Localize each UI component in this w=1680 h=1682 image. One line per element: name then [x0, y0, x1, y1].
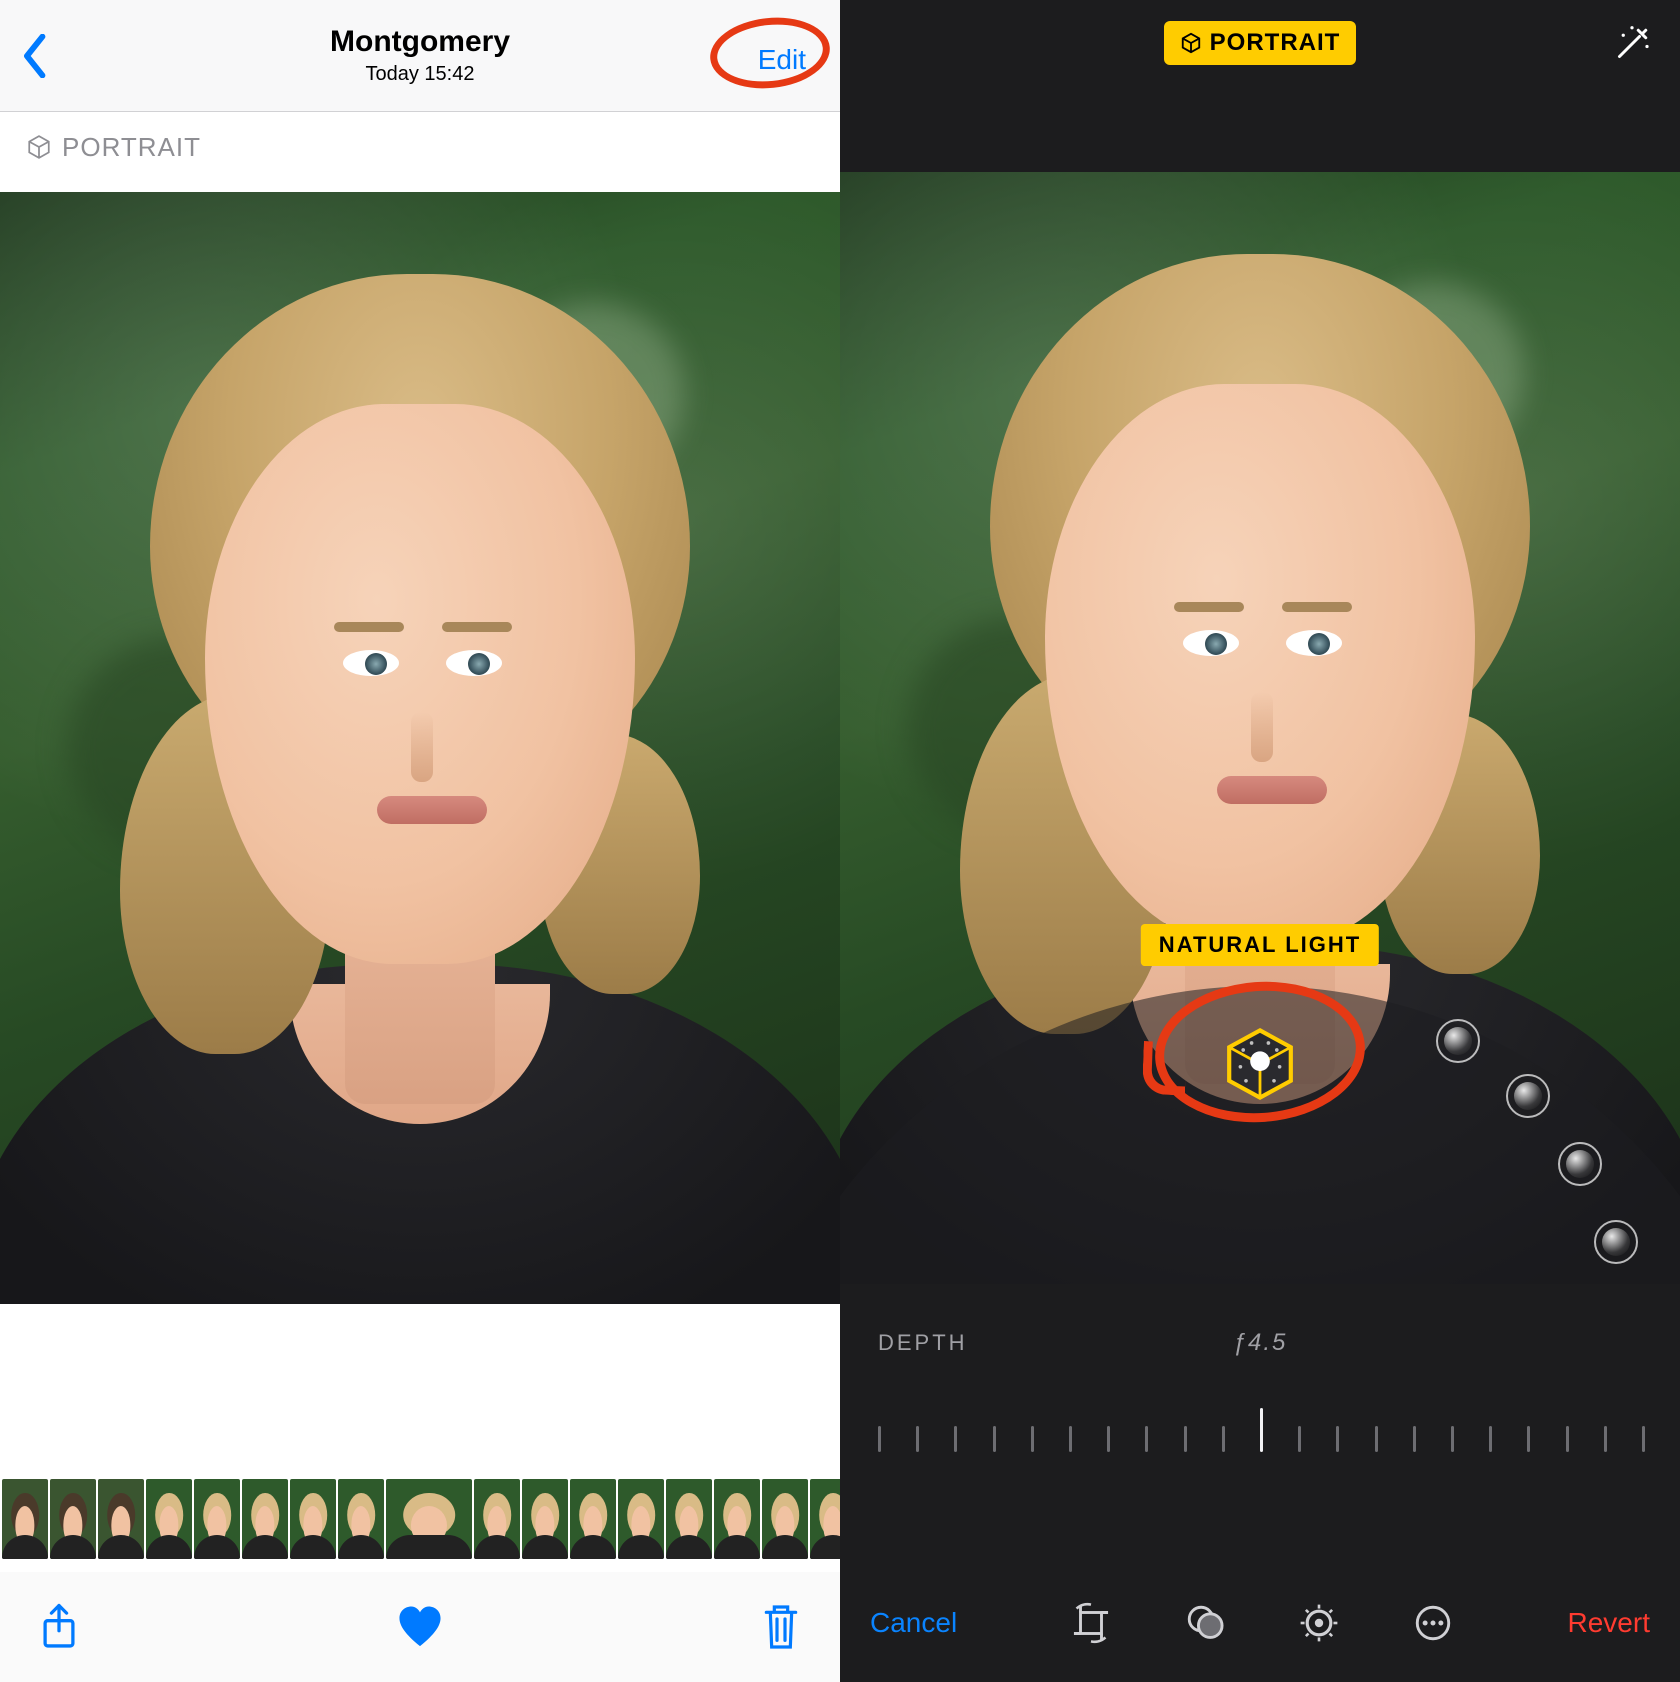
- thumbnail[interactable]: [570, 1479, 616, 1559]
- thumbnail[interactable]: [338, 1479, 384, 1559]
- thumbnail[interactable]: [50, 1479, 96, 1559]
- viewer-header: Montgomery Today 15:42 Edit: [0, 0, 840, 112]
- portrait-label: PORTRAIT: [62, 132, 201, 163]
- photos-viewer-pane: Montgomery Today 15:42 Edit PORTRAIT: [0, 0, 840, 1682]
- album-title: Montgomery: [330, 25, 510, 59]
- thumbnail[interactable]: [810, 1479, 840, 1559]
- revert-button[interactable]: Revert: [1568, 1607, 1650, 1639]
- thumbnail[interactable]: [2, 1479, 48, 1559]
- share-icon[interactable]: [40, 1603, 78, 1651]
- portrait-lighting-cube-icon: [1218, 1022, 1302, 1106]
- cube-icon: [26, 134, 52, 160]
- thumbnail[interactable]: [290, 1479, 336, 1559]
- thumbnail[interactable]: [666, 1479, 712, 1559]
- more-icon[interactable]: [1412, 1602, 1454, 1644]
- adjust-icon[interactable]: [1298, 1602, 1340, 1644]
- viewer-toolbar: [0, 1572, 840, 1682]
- trash-icon[interactable]: [762, 1603, 800, 1651]
- lighting-option[interactable]: [1506, 1074, 1550, 1118]
- thumbnail[interactable]: [474, 1479, 520, 1559]
- edit-button[interactable]: Edit: [758, 44, 806, 76]
- back-button[interactable]: [22, 34, 50, 78]
- aperture-value: ƒ4.5: [1233, 1329, 1288, 1357]
- thumbnail[interactable]: [522, 1479, 568, 1559]
- auto-enhance-wand-icon[interactable]: [1612, 24, 1652, 64]
- photo-editor-pane: PORTRAIT NATURAL LIGHT: [840, 0, 1680, 1682]
- crop-rotate-icon[interactable]: [1070, 1602, 1112, 1644]
- editor-controls: DEPTH ƒ4.5 Cancel: [840, 1294, 1680, 1682]
- portrait-badge-label: PORTRAIT: [1210, 29, 1341, 57]
- favorite-heart-icon[interactable]: [396, 1605, 444, 1649]
- depth-slider[interactable]: [878, 1386, 1642, 1472]
- editor-header: PORTRAIT: [840, 0, 1680, 86]
- portrait-mode-toggle[interactable]: PORTRAIT: [1164, 21, 1357, 65]
- editor-photo-preview[interactable]: NATURAL LIGHT: [840, 172, 1680, 1284]
- thumbnail-current[interactable]: [386, 1479, 472, 1559]
- depth-label: DEPTH: [878, 1330, 968, 1356]
- thumbnail[interactable]: [762, 1479, 808, 1559]
- lighting-option[interactable]: [1594, 1220, 1638, 1264]
- portrait-lighting-dial[interactable]: NATURAL LIGHT: [840, 924, 1680, 1284]
- thumbnail[interactable]: [714, 1479, 760, 1559]
- thumbnail[interactable]: [242, 1479, 288, 1559]
- photo-datetime: Today 15:42: [330, 63, 510, 86]
- lighting-cube-selected[interactable]: [1210, 1014, 1310, 1114]
- filters-icon[interactable]: [1184, 1602, 1226, 1644]
- thumbnail[interactable]: [146, 1479, 192, 1559]
- lighting-option[interactable]: [1558, 1142, 1602, 1186]
- thumbnail-scrubber[interactable]: [0, 1476, 840, 1562]
- portrait-mode-indicator: PORTRAIT: [0, 112, 840, 182]
- photo-preview[interactable]: [0, 192, 840, 1304]
- lighting-mode-label: NATURAL LIGHT: [1141, 924, 1379, 966]
- thumbnail[interactable]: [618, 1479, 664, 1559]
- lighting-option[interactable]: [1436, 1019, 1480, 1063]
- thumbnail[interactable]: [98, 1479, 144, 1559]
- thumbnail[interactable]: [194, 1479, 240, 1559]
- cancel-button[interactable]: Cancel: [870, 1607, 957, 1639]
